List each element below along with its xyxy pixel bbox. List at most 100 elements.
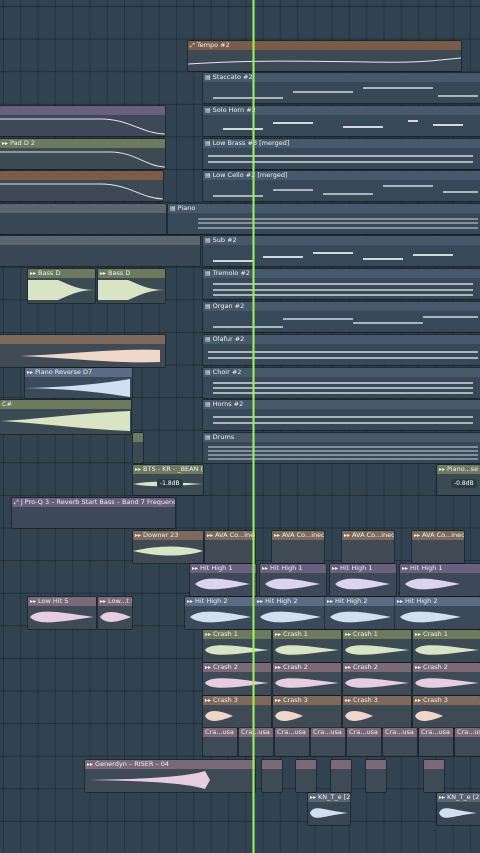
clip-header[interactable]: Cra...usa xyxy=(275,728,309,737)
clip-drums[interactable]: ▤ Drums xyxy=(203,433,480,463)
clip-riser-short-5[interactable] xyxy=(424,760,444,792)
clip-header[interactable]: ▸▸ Crash 3 xyxy=(413,696,480,705)
clip-header[interactable]: ▤ Sub #2 xyxy=(203,236,480,245)
clip-cra-2[interactable]: Cra...usa xyxy=(239,728,273,756)
clip-short-green[interactable] xyxy=(133,433,143,463)
clip-crash-3c[interactable]: ▸▸ Crash 3 xyxy=(343,696,411,728)
clip-sub[interactable]: ▤ Sub #2 xyxy=(203,236,480,266)
clip-header[interactable]: Cra...usa xyxy=(203,728,237,737)
clip-crash-3d[interactable]: ▸▸ Crash 3 xyxy=(413,696,480,728)
clip-header[interactable] xyxy=(331,760,351,769)
clip-kn-te-2[interactable]: ▸▸ KN_T_e [2] xyxy=(437,793,480,825)
clip-hit-high-2b[interactable]: ▸▸ Hit High 2 xyxy=(255,597,325,629)
clip-horns[interactable]: ▤ Horns #2 xyxy=(203,400,480,430)
clip-header[interactable]: ▸▸ Hit High 2 xyxy=(185,597,255,606)
clip-header[interactable]: Cra...usa xyxy=(419,728,453,737)
clip-cra-8[interactable]: Cra...usa xyxy=(455,728,480,756)
clip-header[interactable]: ▸▸ Crash 1 xyxy=(203,630,271,639)
clip-tempo-automation[interactable]: ⤢ Tempo #2 xyxy=(188,41,461,71)
playhead-marker[interactable] xyxy=(252,0,255,853)
clip-c-sharp[interactable]: C# xyxy=(0,400,131,434)
clip-header[interactable]: ⤢ Tempo #2 xyxy=(188,41,461,50)
clip-header[interactable]: ▸▸ Downer 23 xyxy=(133,531,203,540)
clip-header[interactable]: ▸▸ Bass D xyxy=(98,269,165,278)
clip-header[interactable] xyxy=(0,204,166,213)
clip-ava-3[interactable]: ▸▸AVA Co...ined 1 xyxy=(342,531,394,563)
clip-crash-1d[interactable]: ▸▸ Crash 1 xyxy=(413,630,480,662)
clip-ava-4[interactable]: ▸▸AVA Co...ined 1 xyxy=(412,531,464,563)
clip-header[interactable]: ▸▸ Crash 3 xyxy=(203,696,271,705)
clip-crash-2c[interactable]: ▸▸ Crash 2 xyxy=(343,663,411,695)
clip-header[interactable]: ▸▸ Hit High 2 xyxy=(255,597,325,606)
clip-choir[interactable]: ▤ Choir #2 xyxy=(203,368,480,398)
clip-piano[interactable]: ▤ Piano xyxy=(168,204,480,234)
clip-solo-horn[interactable]: ▤ Solo Horn #2 xyxy=(203,106,480,136)
clip-cra-5[interactable]: Cra...usa xyxy=(347,728,381,756)
clip-header[interactable]: ▸▸AVA Co...ined 1 xyxy=(412,531,464,540)
clip-ava-2[interactable]: ▸▸AVA Co...ined 1 xyxy=(272,531,324,563)
clip-cra-1[interactable]: Cra...usa xyxy=(203,728,237,756)
clip-header[interactable] xyxy=(0,171,163,180)
clip-header[interactable] xyxy=(262,760,282,769)
clip-staccato[interactable]: ▤ Staccato #2 xyxy=(203,73,480,103)
clip-header[interactable]: ▸▸BTS - KR - _BEAN (KPT xyxy=(133,465,203,474)
clip-header[interactable]: ▸▸ Hit High 1 xyxy=(260,564,326,573)
clip-cra-4[interactable]: Cra...usa xyxy=(311,728,345,756)
clip-organ[interactable]: ▤ Organ #2 xyxy=(203,302,480,332)
clip-header[interactable] xyxy=(0,106,165,115)
clip-header[interactable]: ▤ Choir #2 xyxy=(203,368,480,377)
clip-sweep[interactable] xyxy=(0,335,165,367)
clip-hit-high-1c[interactable]: ▸▸ Hit High 1 xyxy=(330,564,396,596)
clip-riser-short-3[interactable] xyxy=(331,760,351,792)
clip-left-pattern-1[interactable] xyxy=(0,204,166,234)
clip-header[interactable]: ▸▸ Crash 3 xyxy=(343,696,411,705)
clip-header[interactable] xyxy=(133,433,143,442)
clip-header[interactable]: ▸▸ Generdyn – RISER – 04 xyxy=(85,760,255,769)
clip-header[interactable]: ▸▸ Crash 2 xyxy=(203,663,271,672)
clip-header[interactable]: ▤ Piano xyxy=(168,204,480,213)
clip-cra-3[interactable]: Cra...usa xyxy=(275,728,309,756)
clip-header[interactable]: ▤ Low Cello #2 [merged] xyxy=(203,171,480,180)
clip-header[interactable]: ▸▸ Hit High 1 xyxy=(400,564,480,573)
clip-hit-high-2c[interactable]: ▸▸ Hit High 2 xyxy=(325,597,395,629)
playlist-grid[interactable]: ⤢ Tempo #2 ▤ Staccato #2 ▤ Solo Horn #2 ▤ Lo… xyxy=(0,0,480,853)
clip-header[interactable]: ▤ Olafur #2 xyxy=(203,335,480,344)
clip-riser-short-4[interactable] xyxy=(366,760,386,792)
clip-bass-d-1[interactable]: ▸▸ Bass D xyxy=(28,269,95,303)
clip-pad[interactable]: ▸▸ Pad D 2 xyxy=(0,139,165,169)
clip-bass-d-2[interactable]: ▸▸ Bass D xyxy=(98,269,165,303)
clip-header[interactable]: ▤ Organ #2 xyxy=(203,302,480,311)
clip-header[interactable]: ▸▸Piano...se D xyxy=(437,465,480,474)
clip-header[interactable]: ▸▸ Crash 2 xyxy=(413,663,480,672)
clip-crash-1c[interactable]: ▸▸ Crash 1 xyxy=(343,630,411,662)
clip-crash-2b[interactable]: ▸▸ Crash 2 xyxy=(273,663,341,695)
clip-hit-high-1a[interactable]: ▸▸ Hit High 1 xyxy=(190,564,256,596)
clip-header[interactable]: Cra...usa xyxy=(383,728,417,737)
clip-cra-6[interactable]: Cra...usa xyxy=(383,728,417,756)
clip-header[interactable]: ▸▸ Hit High 2 xyxy=(395,597,480,606)
clip-header[interactable]: ▸▸ Crash 3 xyxy=(273,696,341,705)
clip-header[interactable]: ▸▸ KN_T_e [2] xyxy=(437,793,480,802)
clip-crash-3b[interactable]: ▸▸ Crash 3 xyxy=(273,696,341,728)
clip-header[interactable]: ▸▸ Piano Reverse D7 xyxy=(25,368,132,377)
clip-header[interactable]: ▤ Staccato #2 xyxy=(203,73,480,82)
clip-header[interactable]: ▸▸ Pad D 2 xyxy=(0,139,165,148)
clip-header[interactable]: ▤ Horns #2 xyxy=(203,400,480,409)
clip-header[interactable]: ▤ Solo Horn #2 xyxy=(203,106,480,115)
clip-downer[interactable]: ▸▸ Downer 23 xyxy=(133,531,203,563)
clip-header[interactable] xyxy=(424,760,444,769)
clip-header[interactable]: C# xyxy=(0,400,131,409)
clip-tremolo[interactable]: ▤ Tremolo #2 xyxy=(203,269,480,299)
clip-low-hit-1[interactable]: ▸▸ Low Hit 5 xyxy=(28,597,96,629)
clip-hit-high-2a[interactable]: ▸▸ Hit High 2 xyxy=(185,597,255,629)
clip-header[interactable]: ▸▸ Crash 2 xyxy=(273,663,341,672)
clip-riser-short-2[interactable] xyxy=(296,760,316,792)
clip-bts[interactable]: ▸▸BTS - KR - _BEAN (KPT -1.8dB xyxy=(133,465,203,495)
clip-piano-se[interactable]: ▸▸Piano...se D -0.8dB xyxy=(437,465,480,495)
clip-header[interactable]: ▸▸ Hit High 2 xyxy=(325,597,395,606)
clip-kn-te-1[interactable]: ▸▸ KN_T_e [2] xyxy=(308,793,350,825)
clip-header[interactable]: ▸▸Low...t 5 xyxy=(98,597,132,606)
clip-header[interactable]: ▸▸ Hit High 1 xyxy=(190,564,256,573)
clip-olafur[interactable]: ▤ Olafur #2 xyxy=(203,335,480,365)
clip-header[interactable]: Cra...usa xyxy=(239,728,273,737)
